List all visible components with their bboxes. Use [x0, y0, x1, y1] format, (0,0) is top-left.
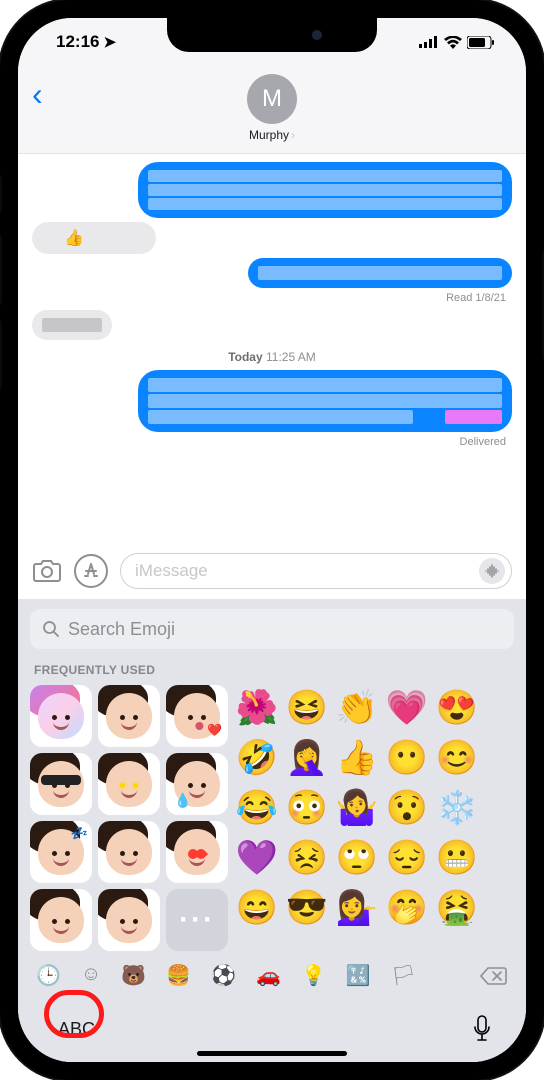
emoji-item[interactable]: 😊	[434, 735, 480, 781]
message-list[interactable]: 👍 Read 1/8/21 Today 11:25 AM	[18, 154, 526, 545]
category-animals-icon[interactable]: 🐻	[121, 963, 146, 988]
emoji-item[interactable]: 😂	[234, 785, 280, 831]
read-receipt: Read 1/8/21	[32, 292, 506, 304]
tutorial-highlight	[44, 990, 104, 1038]
chevron-right-icon: ›	[291, 128, 295, 142]
frequently-used-label: FREQUENTLY USED	[34, 663, 514, 677]
emoji-item[interactable]: 😶	[384, 735, 430, 781]
home-indicator[interactable]	[197, 1051, 347, 1056]
emoji-item[interactable]: 🌺	[234, 685, 280, 731]
delivered-receipt: Delivered	[32, 436, 506, 448]
wifi-icon	[444, 36, 462, 49]
emoji-item[interactable]: 😄	[234, 885, 280, 931]
message-incoming	[32, 310, 512, 340]
category-travel-icon[interactable]: 🚗	[256, 963, 281, 988]
backspace-key[interactable]	[480, 966, 508, 986]
emoji-item[interactable]: 😆	[284, 685, 330, 731]
message-outgoing	[32, 258, 512, 288]
emoji-item[interactable]: 🤦‍♀️	[284, 735, 330, 781]
emoji-item[interactable]: 😳	[284, 785, 330, 831]
emoji-item[interactable]: 🤣	[234, 735, 280, 781]
memoji-sticker[interactable]	[98, 685, 160, 747]
memoji-sticker[interactable]	[30, 889, 92, 951]
category-activity-icon[interactable]: ⚽	[211, 963, 236, 988]
search-icon	[42, 620, 60, 638]
message-outgoing	[32, 370, 512, 432]
category-symbols-icon[interactable]: 🔣	[346, 963, 371, 988]
contact-header[interactable]: M Murphy ›	[247, 74, 297, 142]
message-outgoing	[32, 162, 512, 218]
location-icon: ➤	[103, 33, 116, 51]
cellular-icon	[419, 36, 439, 48]
emoji-item[interactable]: 🙄	[334, 835, 380, 881]
status-time: 12:16	[56, 32, 99, 52]
emoji-item[interactable]: 😬	[434, 835, 480, 881]
camera-button[interactable]	[32, 559, 62, 583]
emoji-item[interactable]: 🤮	[434, 885, 480, 931]
memoji-sticker[interactable]	[30, 685, 92, 747]
message-input[interactable]: iMessage	[120, 553, 512, 589]
emoji-search-placeholder: Search Emoji	[68, 619, 175, 640]
emoji-item[interactable]: 😎	[284, 885, 330, 931]
category-flags-icon[interactable]: 🏳	[391, 963, 416, 988]
voice-message-button[interactable]	[479, 558, 505, 584]
emoji-item[interactable]: 🤭	[384, 885, 430, 931]
memoji-sticker[interactable]	[30, 753, 92, 815]
message-placeholder: iMessage	[135, 561, 479, 581]
timestamp-separator: Today 11:25 AM	[32, 350, 512, 364]
memoji-sticker[interactable]	[166, 821, 228, 883]
category-smileys-icon[interactable]: ☺	[81, 963, 101, 988]
dictation-button[interactable]	[472, 1015, 492, 1043]
emoji-item[interactable]: 😣	[284, 835, 330, 881]
memoji-sticker[interactable]	[98, 753, 160, 815]
emoji-item[interactable]: 😔	[384, 835, 430, 881]
category-recent-icon[interactable]: 🕒	[36, 963, 61, 988]
conversation-header: ‹ M Murphy ›	[18, 66, 526, 154]
emoji-item[interactable]: 💜	[234, 835, 280, 881]
emoji-item[interactable]: 💁‍♀️	[334, 885, 380, 931]
status-indicators	[419, 36, 494, 49]
back-button[interactable]: ‹	[32, 76, 43, 113]
memoji-sticker[interactable]	[166, 685, 228, 747]
device-notch	[167, 18, 377, 52]
emoji-category-row: 🕒 ☺ 🐻 🍔 ⚽ 🚗 💡 🔣 🏳	[30, 951, 514, 998]
emoji-search-field[interactable]: Search Emoji	[30, 609, 514, 649]
emoji-item[interactable]: 👍	[334, 735, 380, 781]
message-incoming: 👍	[32, 222, 512, 254]
compose-bar: iMessage	[18, 545, 526, 599]
memoji-sticker[interactable]	[98, 821, 160, 883]
contact-name: Murphy ›	[249, 128, 295, 142]
emoji-item[interactable]: 🤷‍♀️	[334, 785, 380, 831]
memoji-grid	[30, 685, 228, 951]
memoji-sticker[interactable]	[166, 753, 228, 815]
avatar: M	[247, 74, 297, 124]
category-objects-icon[interactable]: 💡	[301, 963, 326, 988]
emoji-grid: 🌺😆👏💗😍 🤣🤦‍♀️👍😶😊 😂😳🤷‍♀️😯❄️ 💜😣🙄😔😬 😄😎💁‍♀️🤭🤮	[234, 685, 480, 951]
emoji-item[interactable]: 😯	[384, 785, 430, 831]
app-store-button[interactable]	[74, 554, 108, 588]
memoji-more-button[interactable]	[166, 889, 228, 951]
emoji-item[interactable]: ❄️	[434, 785, 480, 831]
keyboard-bottom-row: ABC	[30, 998, 514, 1062]
emoji-item[interactable]: 👏	[334, 685, 380, 731]
memoji-sticker[interactable]	[30, 821, 92, 883]
battery-icon	[467, 36, 494, 49]
emoji-keyboard: Search Emoji FREQUENTLY USED	[18, 599, 526, 1062]
emoji-item[interactable]: 💗	[384, 685, 430, 731]
memoji-sticker[interactable]	[98, 889, 160, 951]
category-food-icon[interactable]: 🍔	[166, 963, 191, 988]
emoji-item[interactable]: 😍	[434, 685, 480, 731]
